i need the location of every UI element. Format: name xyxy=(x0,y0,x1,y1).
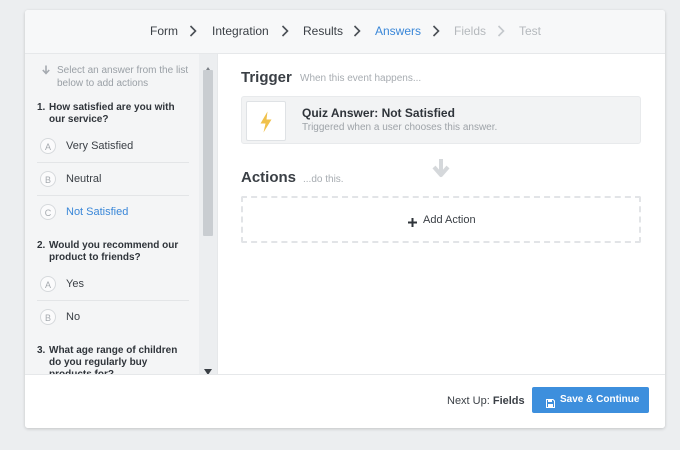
wizard-footer: Next Up: Fields Save & Continue xyxy=(25,374,665,428)
chevron-right-icon xyxy=(281,25,293,37)
floppy-disk-icon xyxy=(546,395,555,413)
trigger-description: Triggered when a user chooses this answe… xyxy=(302,122,498,133)
lightning-icon xyxy=(246,101,286,141)
arrow-down-icon xyxy=(41,65,51,79)
step-form[interactable]: Form xyxy=(150,24,178,38)
answer-item[interactable]: A Yes xyxy=(37,268,189,301)
sidebar-hint: Select an answer from the list below to … xyxy=(41,64,201,90)
answer-letter-badge: C xyxy=(40,204,56,220)
trigger-card: Quiz Answer: Not Satisfied Triggered whe… xyxy=(241,96,641,144)
sidebar-scrollbar[interactable] xyxy=(199,54,217,374)
answer-item-selected[interactable]: C Not Satisfied xyxy=(37,196,189,228)
answer-label: Very Satisfied xyxy=(66,140,134,152)
wizard-stepper: Form Integration Results Answers Fields … xyxy=(25,10,665,54)
save-continue-label: Save & Continue xyxy=(560,394,640,405)
actions-heading: Actions xyxy=(241,169,297,186)
chevron-right-icon xyxy=(189,25,201,37)
next-up-target: Fields xyxy=(492,395,525,407)
answer-letter-badge: A xyxy=(40,138,56,154)
question-number: 1. xyxy=(37,102,46,113)
trigger-title: Quiz Answer: Not Satisfied xyxy=(302,106,455,120)
scrollbar-thumb[interactable] xyxy=(203,70,213,236)
trigger-heading: Trigger xyxy=(241,69,292,86)
question-number: 3. xyxy=(37,345,46,356)
answer-item[interactable]: B Neutral xyxy=(37,163,189,196)
answer-letter-badge: A xyxy=(40,276,56,292)
answer-item[interactable]: A Very Satisfied xyxy=(37,130,189,163)
arrow-down-icon xyxy=(431,158,451,183)
question-title: 1. How satisfied are you with our servic… xyxy=(37,102,187,126)
question-title: 3. What age range of children do you reg… xyxy=(37,345,187,374)
answer-label: Yes xyxy=(66,278,84,290)
answer-label: No xyxy=(66,311,81,323)
next-up-text: Next Up: Fields xyxy=(447,394,525,408)
question-number: 2. xyxy=(37,240,46,251)
sidebar-hint-text: Select an answer from the list below to … xyxy=(57,65,189,89)
scroll-up-icon[interactable] xyxy=(204,60,212,73)
chevron-right-icon xyxy=(497,25,509,37)
next-up-prefix: Next Up: xyxy=(447,395,490,407)
chevron-right-icon xyxy=(432,25,444,37)
question-text: How satisfied are you with our service? xyxy=(49,102,175,125)
add-action-label: Add Action xyxy=(423,214,476,226)
question-text: Would you recommend our product to frien… xyxy=(49,240,179,263)
question-title: 2. Would you recommend our product to fr… xyxy=(37,240,187,264)
actions-subheading: ...do this. xyxy=(303,174,344,185)
answer-item[interactable]: B No xyxy=(37,301,189,333)
step-answers[interactable]: Answers xyxy=(375,24,421,38)
step-test: Test xyxy=(519,24,542,38)
answer-letter-badge: B xyxy=(40,309,56,325)
add-action-button[interactable]: Add Action xyxy=(241,196,641,243)
plus-icon xyxy=(408,214,417,232)
chevron-right-icon xyxy=(353,25,365,37)
trigger-subheading: When this event happens... xyxy=(300,73,422,84)
step-fields: Fields xyxy=(454,24,487,38)
step-results[interactable]: Results xyxy=(303,24,343,38)
question-text: What age range of children do you regula… xyxy=(49,345,178,374)
save-continue-button[interactable]: Save & Continue xyxy=(532,387,649,413)
answers-sidebar: Select an answer from the list below to … xyxy=(25,54,218,374)
step-integration[interactable]: Integration xyxy=(212,24,269,38)
answer-letter-badge: B xyxy=(40,171,56,187)
answer-label: Neutral xyxy=(66,173,102,185)
scroll-down-icon[interactable] xyxy=(204,362,212,374)
integration-wizard-card: Form Integration Results Answers Fields … xyxy=(25,10,665,428)
answer-label: Not Satisfied xyxy=(66,206,129,218)
